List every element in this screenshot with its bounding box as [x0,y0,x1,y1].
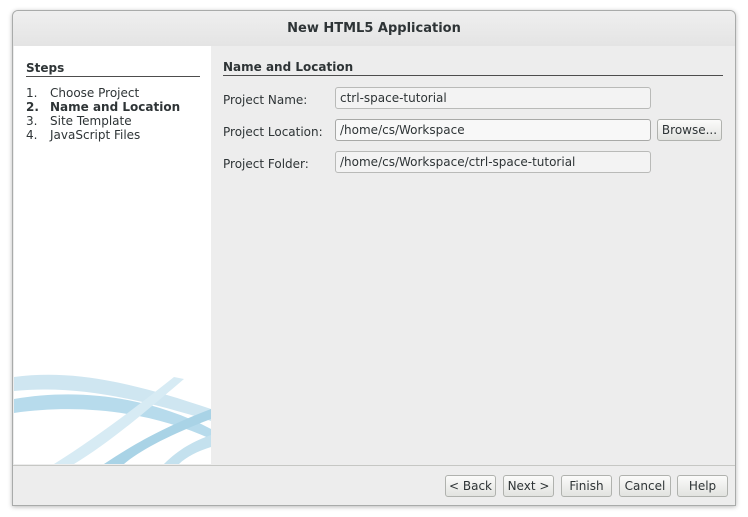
step-number: 3. [26,114,38,128]
step-label: Name and Location [50,100,181,114]
project-folder-label: Project Folder: [223,157,309,171]
step-label: Site Template [50,114,132,128]
step-number: 4. [26,128,38,142]
step-javascript-files: 4. JavaScript Files [26,128,180,142]
step-label: JavaScript Files [50,128,141,142]
step-choose-project: 1. Choose Project [26,86,180,100]
browse-button[interactable]: Browse... [657,119,722,141]
project-location-field[interactable] [335,119,651,141]
step-site-template: 3. Site Template [26,114,180,128]
steps-list: 1. Choose Project 2. Name and Location 3. S… [26,86,180,142]
step-name-and-location: 2. Name and Location [26,100,180,114]
steps-panel: Steps 1. Choose Project 2. Name and Locati… [14,46,211,464]
step-number: 2. [26,100,39,114]
wizard-dialog: New HTML5 Application Steps 1. Choose Pro… [12,10,736,506]
decorative-swoosh [14,374,211,464]
project-location-label: Project Location: [223,125,323,139]
step-label: Choose Project [50,86,140,100]
title-bar[interactable]: New HTML5 Application [13,11,735,46]
button-bar: < Back Next > Finish Cancel Help [13,466,735,505]
steps-heading: Steps [26,61,200,77]
section-heading: Name and Location [223,60,723,76]
window-title: New HTML5 Application [287,21,461,36]
step-number: 1. [26,86,38,100]
back-button[interactable]: < Back [445,475,496,497]
project-name-label: Project Name: [223,93,308,107]
help-button[interactable]: Help [677,475,728,497]
project-name-field[interactable] [335,87,651,109]
finish-button[interactable]: Finish [561,475,612,497]
project-folder-field[interactable] [335,151,651,173]
cancel-button[interactable]: Cancel [619,475,671,497]
next-button[interactable]: Next > [503,475,554,497]
